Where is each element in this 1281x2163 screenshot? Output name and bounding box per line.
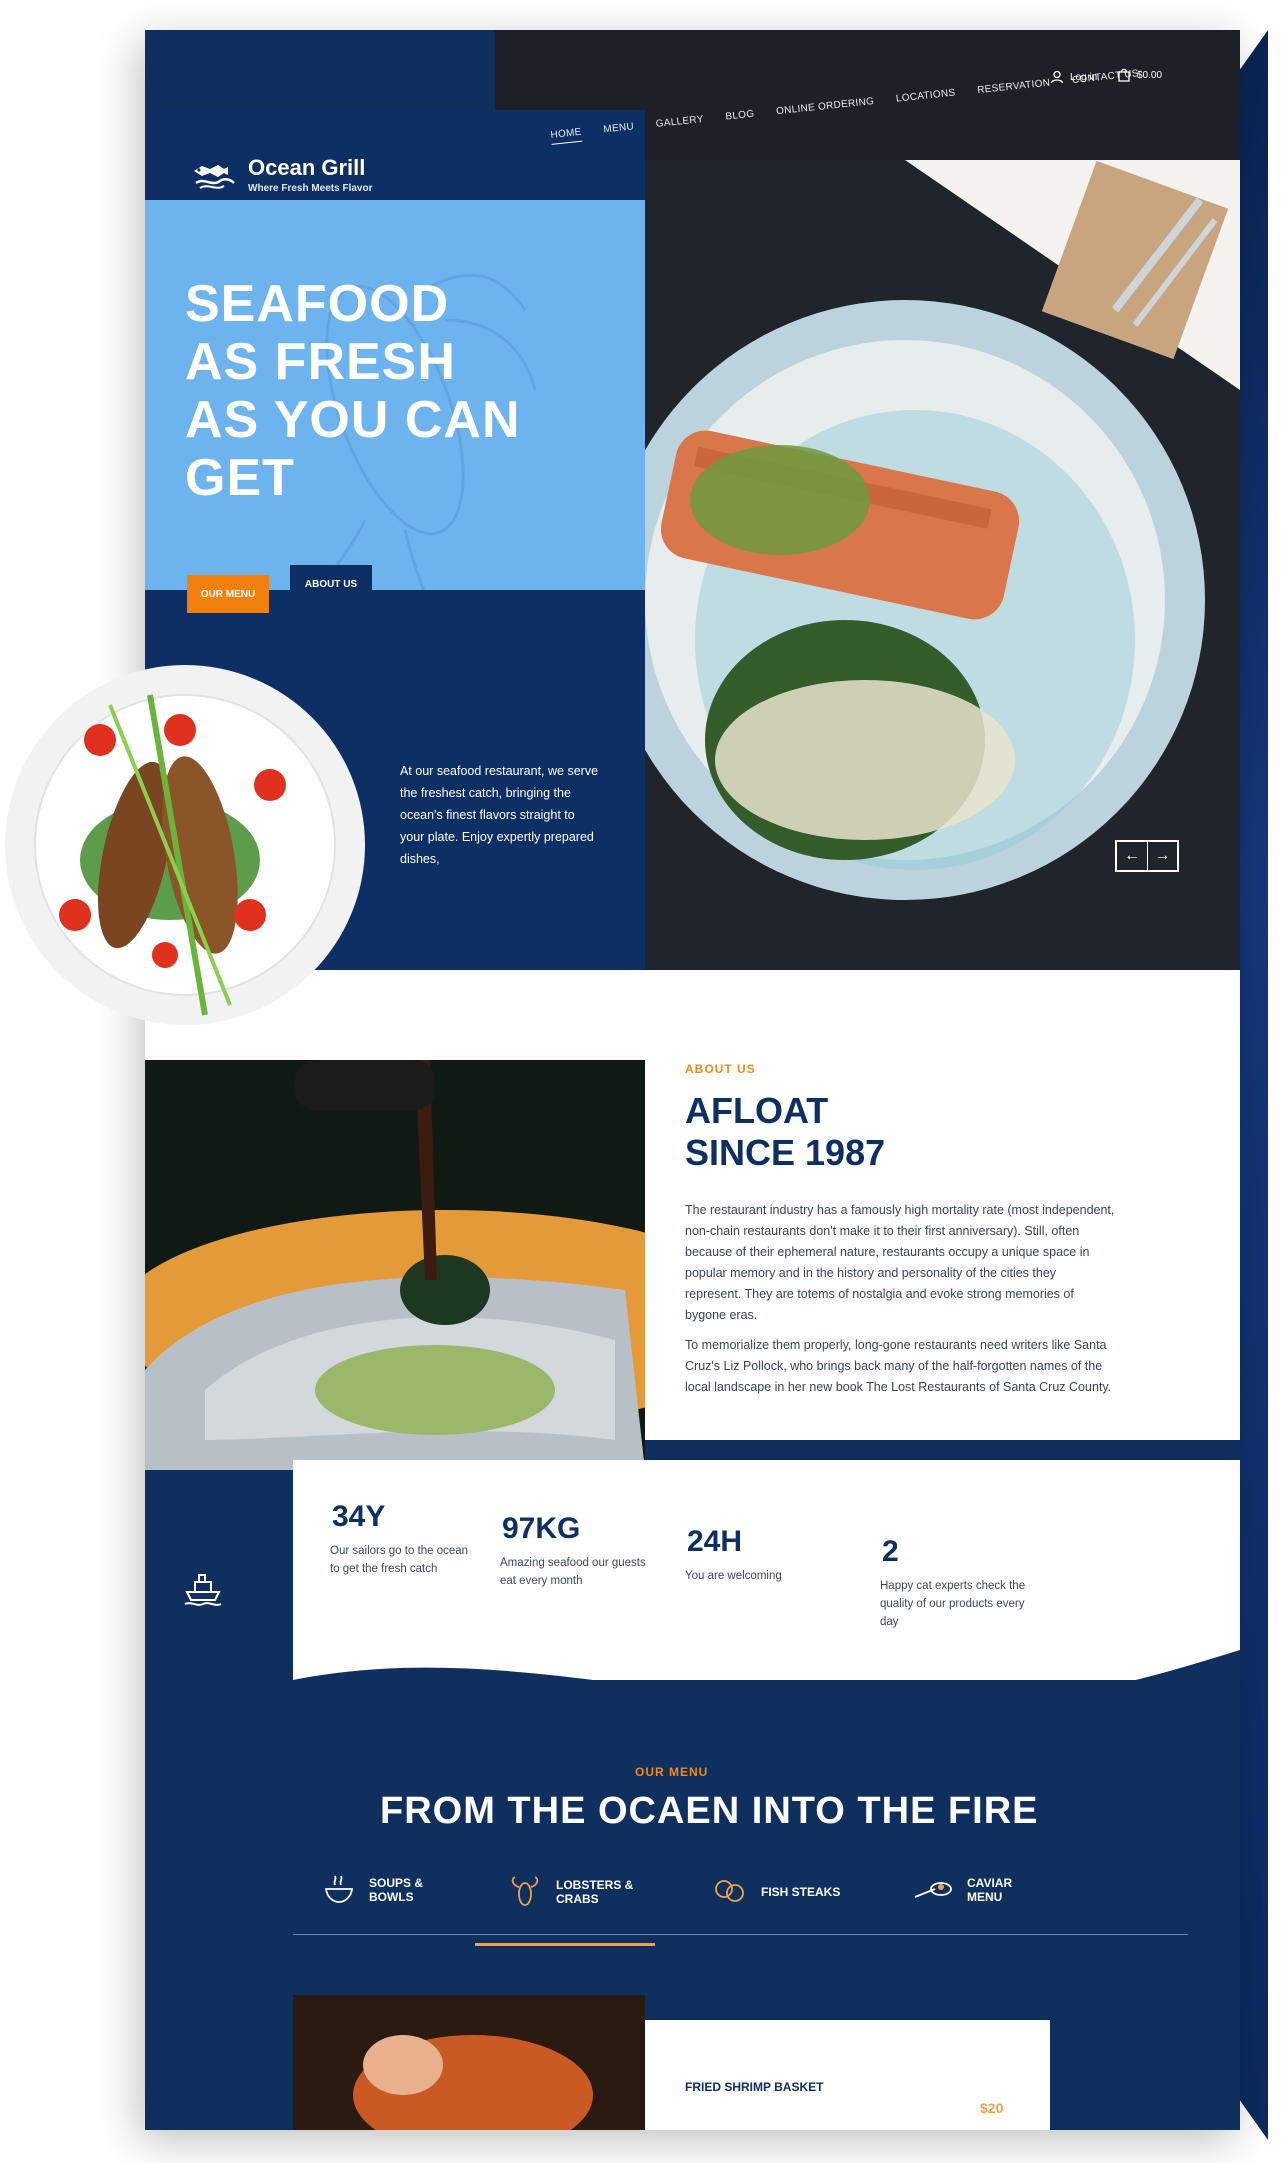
arrow-left-icon[interactable]: ← [1117, 842, 1147, 870]
website-mockup: Ocean Grill Where Fresh Meets Flavor HOM… [145, 30, 1240, 2130]
logo[interactable]: Ocean Grill Where Fresh Meets Flavor [190, 155, 372, 194]
logo-name: Ocean Grill [248, 155, 366, 180]
stat-description: Happy cat experts check the quality of o… [880, 1580, 1026, 1628]
menu-categories: SOUPS & BOWLS LOBSTERS & CRABS FISH STEA… [293, 1875, 1188, 1935]
category-label: CAVIAR MENU [967, 1876, 1013, 1904]
hero-title-line: AS YOU CAN [185, 391, 521, 449]
about-title-line: SINCE 1987 [685, 1132, 886, 1173]
about-title-line: AFLOAT [685, 1090, 829, 1131]
fish-steak-icon [715, 1880, 744, 1902]
ship-icon [184, 1574, 222, 1606]
stat-value: 34Y [330, 1500, 398, 1533]
stat-value: 24H [685, 1525, 755, 1558]
shopping-bag-icon [1118, 68, 1130, 82]
hero-title-line: AS FRESH [185, 333, 456, 391]
bowl-icon [324, 1875, 354, 1903]
menu-title: FROM THE OCAEN INTO THE FIRE [380, 1790, 1039, 1832]
menu-item-image [293, 1995, 645, 2130]
stat-description: Amazing seafood our guests eat every mon… [500, 1557, 646, 1587]
stat-item: 24H You are welcoming [685, 1525, 835, 1585]
about-title: AFLOAT SINCE 1987 [685, 1090, 885, 1174]
cart-link[interactable]: $0.00 [1117, 68, 1162, 82]
hero-description: At our seafood restaurant, we serve the … [400, 764, 599, 866]
menu-item-price: $20 [980, 2100, 1004, 2116]
hero-title: SEAFOOD AS FRESH AS YOU CAN GET [185, 275, 521, 507]
login-link[interactable]: Log in [1050, 70, 1097, 84]
stat-item: 2 Happy cat experts check the quality of… [880, 1535, 1030, 1631]
fish-logo-icon [194, 164, 235, 189]
category-fish-steaks[interactable]: FISH STEAKS [713, 1875, 841, 1909]
cart-total: $0.00 [1137, 69, 1163, 81]
slider-arrows: ← → [1115, 840, 1179, 872]
category-label: FISH STEAKS [761, 1885, 841, 1899]
user-icon [1050, 70, 1064, 84]
active-category-underline [475, 1943, 655, 1946]
login-label: Log in [1070, 71, 1098, 83]
nav-blog[interactable]: BLOG [725, 109, 755, 127]
menu-item-title: FRIED SHRIMP BASKET [685, 2080, 824, 2094]
menu-eyebrow: OUR MENU [635, 1765, 709, 1779]
about-paragraph: To memorialize them properly, long-gone … [685, 1338, 1112, 1394]
stats-wave [293, 1650, 1240, 1770]
lobster-icon [511, 1876, 539, 1906]
stat-value: 2 [880, 1535, 911, 1568]
stat-description: You are welcoming [685, 1570, 782, 1582]
arrow-right-icon[interactable]: → [1147, 842, 1177, 870]
our-menu-button[interactable]: OUR MENU [187, 575, 269, 613]
dish-sauce-illustration [145, 1060, 645, 1470]
nav-menu[interactable]: MENU [603, 121, 635, 139]
category-lobsters-crabs[interactable]: LOBSTERS & CRABS [508, 1875, 636, 1909]
category-caviar-menu[interactable]: CAVIAR MENU [913, 1875, 1047, 1905]
logo-tagline: Where Fresh Meets Flavor [248, 183, 373, 194]
category-label: SOUPS & BOWLS [369, 1876, 424, 1904]
about-us-button[interactable]: ABOUT US [290, 565, 372, 603]
shrimp-illustration [293, 1995, 645, 2130]
panel-3d-edge [1238, 30, 1268, 2140]
stat-item: 97KG Amazing seafood our guests eat ever… [500, 1512, 650, 1590]
stat-item: 34Y Our sailors go to the ocean to get t… [330, 1500, 480, 1578]
about-dish-image [145, 1060, 645, 1470]
caviar-icon [914, 1882, 952, 1898]
stat-value: 97KG [500, 1512, 593, 1545]
category-soups-bowls[interactable]: SOUPS & BOWLS [323, 1875, 449, 1905]
fish-plate-image [5, 665, 365, 1025]
about-eyebrow: ABOUT US [685, 1062, 756, 1076]
hero-title-line: GET [185, 449, 295, 507]
stat-description: Our sailors go to the ocean to get the f… [330, 1545, 469, 1575]
hero-title-line: SEAFOOD [185, 275, 450, 333]
category-label: LOBSTERS & CRABS [556, 1878, 634, 1906]
about-paragraph: The restaurant industry has a famously h… [685, 1203, 1115, 1322]
